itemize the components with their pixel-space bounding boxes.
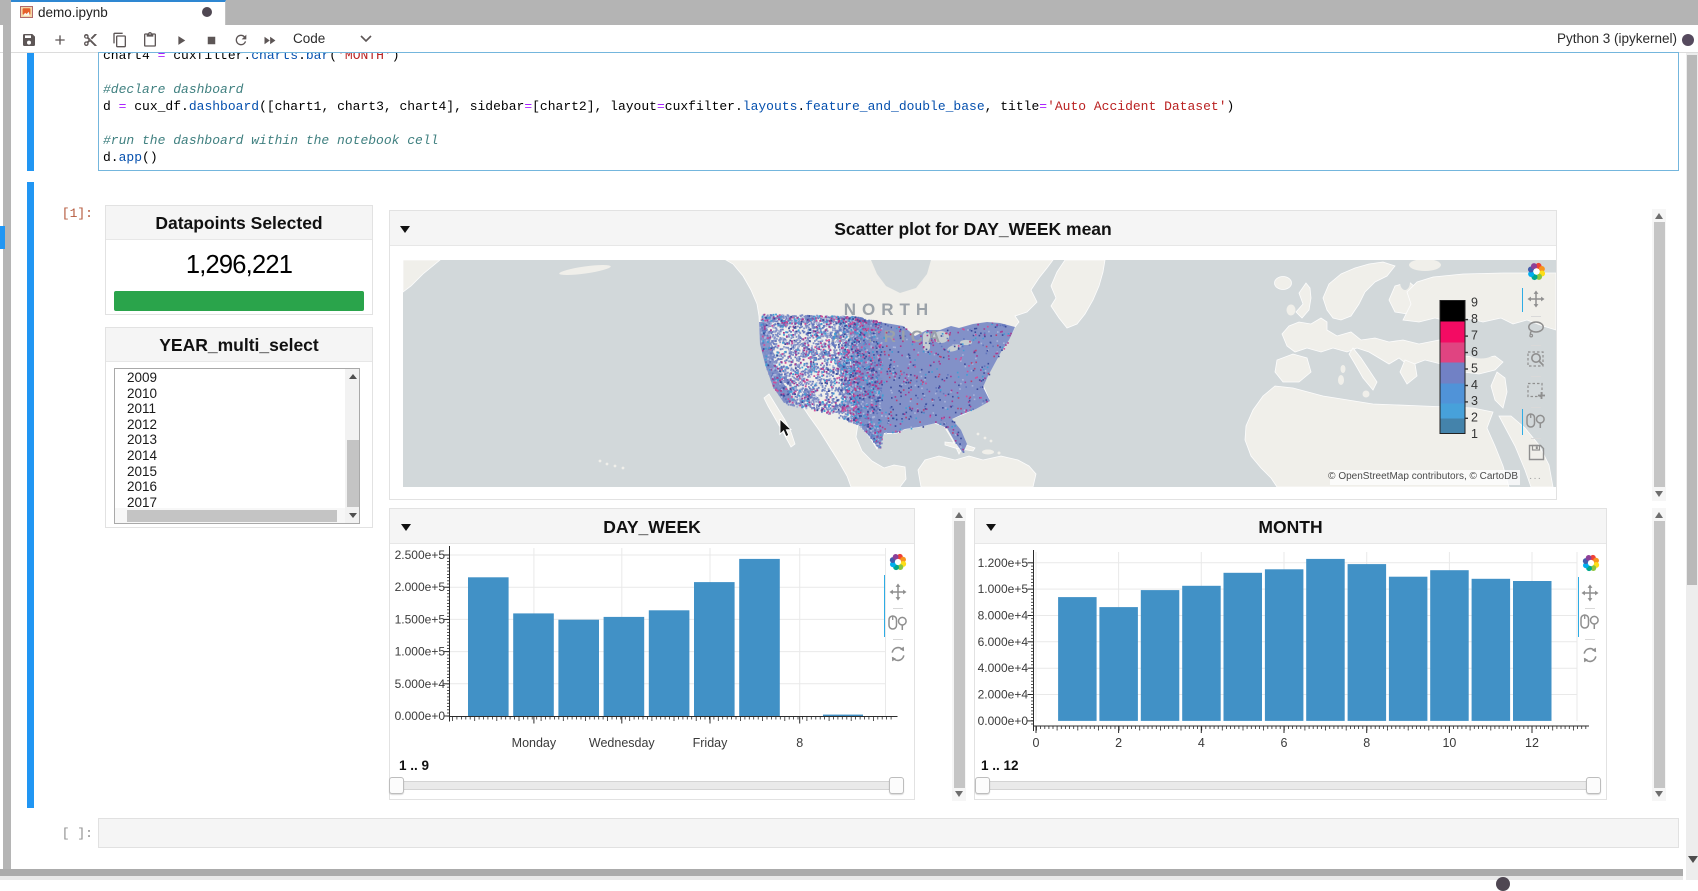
svg-text:2: 2 [1471, 411, 1478, 425]
svg-text:8: 8 [1471, 312, 1478, 326]
svg-text:NORTH: NORTH [844, 300, 934, 319]
svg-text:4: 4 [1471, 378, 1478, 392]
svg-text:1.200e+5: 1.200e+5 [978, 556, 1029, 570]
svg-text:1.000e+5: 1.000e+5 [978, 582, 1029, 596]
svg-text:7: 7 [1471, 328, 1478, 342]
svg-text:0.000e+0: 0.000e+0 [978, 714, 1029, 728]
svg-text:2.000e+5: 2.000e+5 [395, 580, 446, 594]
svg-text:6.000e+4: 6.000e+4 [978, 635, 1029, 649]
svg-text:2.000e+4: 2.000e+4 [978, 688, 1029, 702]
svg-text:4: 4 [1198, 736, 1205, 750]
svg-text:10: 10 [1442, 736, 1456, 750]
svg-text:Friday: Friday [693, 736, 728, 750]
svg-text:2: 2 [1115, 736, 1122, 750]
svg-text:8.000e+4: 8.000e+4 [978, 609, 1029, 623]
svg-text:1.000e+5: 1.000e+5 [395, 645, 446, 659]
svg-text:3: 3 [1471, 394, 1478, 408]
svg-text:Wednesday: Wednesday [589, 736, 656, 750]
svg-text:1.500e+5: 1.500e+5 [395, 612, 446, 626]
svg-text:1: 1 [1471, 427, 1478, 438]
svg-text:Monday: Monday [512, 736, 557, 750]
svg-text:8: 8 [796, 736, 803, 750]
svg-text:6: 6 [1281, 736, 1288, 750]
svg-text:0: 0 [1033, 736, 1040, 750]
svg-text:12: 12 [1525, 736, 1539, 750]
svg-text:5.000e+4: 5.000e+4 [395, 677, 446, 691]
svg-text:0.000e+0: 0.000e+0 [395, 709, 446, 723]
svg-text:5: 5 [1471, 361, 1478, 375]
svg-text:8: 8 [1363, 736, 1370, 750]
svg-text:2.500e+5: 2.500e+5 [395, 548, 446, 562]
svg-text:4.000e+4: 4.000e+4 [978, 661, 1029, 675]
svg-text:9: 9 [1471, 296, 1478, 310]
svg-text:6: 6 [1471, 345, 1478, 359]
